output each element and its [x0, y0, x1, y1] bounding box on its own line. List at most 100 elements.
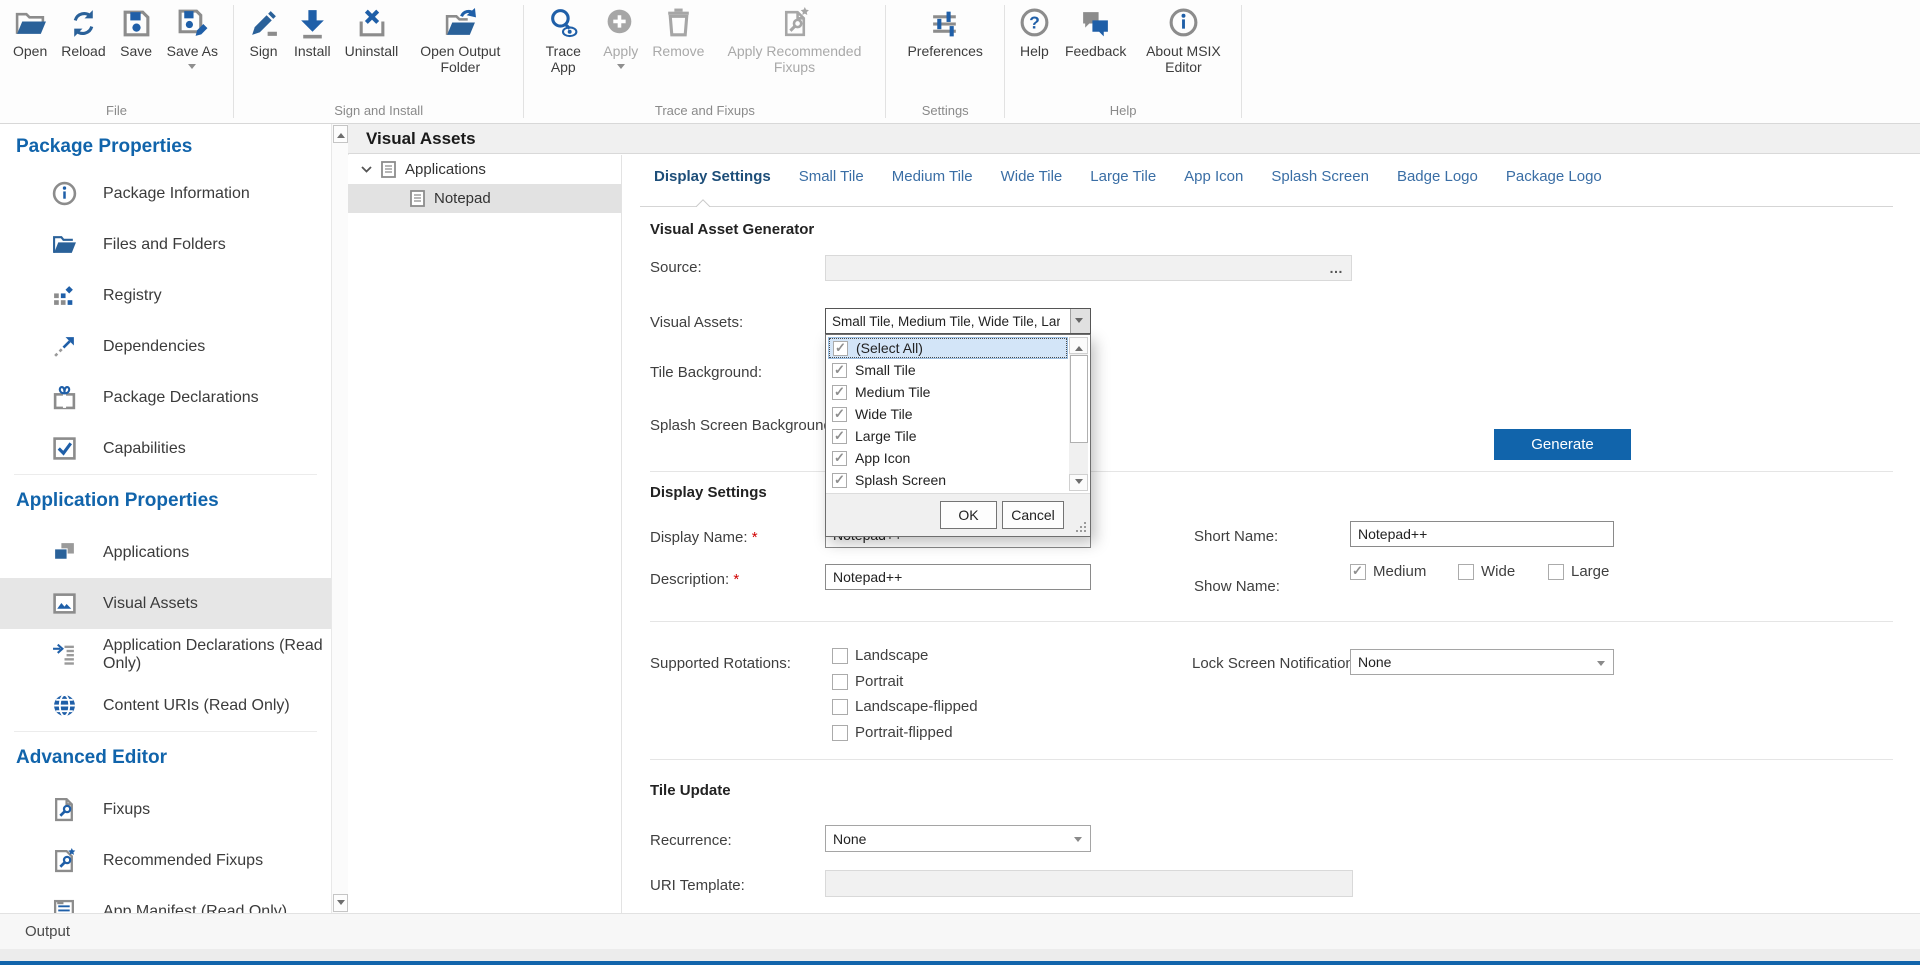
resize-grip[interactable]	[1074, 520, 1086, 532]
section-separator	[650, 621, 1893, 622]
save-as-button[interactable]: Save As	[162, 5, 223, 75]
sidebar-item-application-declarations[interactable]: Application Declarations (Read Only)	[0, 629, 331, 680]
feedback-button[interactable]: Feedback	[1060, 5, 1131, 62]
checkbox-unchecked[interactable]	[1548, 564, 1564, 580]
sidebar-scrollbar[interactable]	[331, 124, 349, 913]
trace-app-button[interactable]: Trace App	[532, 5, 594, 77]
scroll-down-button[interactable]	[1069, 474, 1088, 491]
apply-recommended-fixups-button[interactable]: Apply Recommended Fixups	[713, 5, 875, 77]
dropdown-item-label: App Icon	[855, 450, 910, 466]
tab-medium-tile[interactable]: Medium Tile	[878, 165, 987, 189]
visual-assets-combo[interactable]: Small Tile, Medium Tile, Wide Tile, Larg…	[825, 308, 1091, 334]
sidebar-item-applications[interactable]: Applications	[0, 527, 331, 578]
cancel-button[interactable]: Cancel	[1002, 501, 1064, 529]
dropdown-item-large-tile[interactable]: Large Tile	[828, 425, 1068, 447]
sidebar-item-content-uris[interactable]: Content URIs (Read Only)	[0, 680, 331, 731]
checkbox-checked[interactable]	[832, 363, 847, 378]
checkbox-checked[interactable]	[832, 385, 847, 400]
tab-app-icon[interactable]: App Icon	[1170, 165, 1257, 189]
dropdown-scrollbar[interactable]	[1069, 337, 1088, 491]
checkbox-checked[interactable]	[832, 429, 847, 444]
rotation-portrait[interactable]: Portrait	[832, 673, 903, 690]
tree-node-notepad[interactable]: Notepad	[348, 184, 621, 213]
rotation-landscape-flipped[interactable]: Landscape-flipped	[832, 698, 978, 715]
remove-button[interactable]: Remove	[647, 5, 709, 62]
dropdown-item-wide-tile[interactable]: Wide Tile	[828, 403, 1068, 425]
uri-template-input[interactable]	[825, 870, 1353, 897]
browse-button[interactable]: …	[1329, 260, 1344, 276]
triangle-down-icon	[337, 900, 345, 909]
preferences-button[interactable]: Preferences	[902, 5, 987, 62]
ribbon-group-sign-install: Sign Install Uninstall Open Output Folde…	[234, 0, 523, 123]
lock-screen-select[interactable]: None	[1350, 649, 1614, 675]
sidebar-item-app-manifest[interactable]: App Manifest (Read Only)	[0, 886, 331, 913]
open-output-folder-button[interactable]: Open Output Folder	[407, 5, 513, 77]
sidebar-item-capabilities[interactable]: Capabilities	[0, 423, 331, 474]
dropdown-item-select-all[interactable]: (Select All)	[828, 337, 1068, 359]
output-panel-header[interactable]: Output	[0, 913, 1920, 949]
install-button[interactable]: Install	[289, 5, 336, 62]
visual-assets-label: Visual Assets:	[650, 314, 743, 331]
checkbox-label: Portrait	[855, 673, 903, 690]
save-button[interactable]: Save	[115, 5, 158, 62]
open-button[interactable]: Open	[8, 5, 52, 62]
about-msix-editor-button[interactable]: About MSIX Editor	[1135, 5, 1231, 77]
rotation-landscape[interactable]: Landscape	[832, 647, 928, 664]
help-button[interactable]: ? Help	[1013, 5, 1056, 62]
checkbox-unchecked[interactable]	[832, 725, 848, 741]
feedback-icon	[1079, 7, 1112, 40]
sidebar-item-dependencies[interactable]: Dependencies	[0, 321, 331, 372]
scroll-down-button[interactable]	[333, 894, 348, 912]
tab-wide-tile[interactable]: Wide Tile	[987, 165, 1077, 189]
generate-button[interactable]: Generate	[1494, 429, 1631, 460]
sidebar-item-fixups[interactable]: Fixups	[0, 784, 331, 835]
dropdown-item-small-tile[interactable]: Small Tile	[828, 359, 1068, 381]
show-name-label: Show Name:	[1194, 578, 1280, 595]
tab-small-tile[interactable]: Small Tile	[785, 165, 878, 189]
scroll-up-button[interactable]	[333, 125, 348, 143]
source-input[interactable]: …	[825, 255, 1352, 281]
tab-display-settings[interactable]: Display Settings	[640, 165, 785, 189]
checkbox-unchecked[interactable]	[832, 648, 848, 664]
tab-package-logo[interactable]: Package Logo	[1492, 165, 1616, 189]
combo-dropdown-button[interactable]	[1070, 309, 1090, 333]
rotation-portrait-flipped[interactable]: Portrait-flipped	[832, 724, 953, 741]
checkbox-unchecked[interactable]	[1458, 564, 1474, 580]
ribbon-group-label: Settings	[886, 103, 1003, 123]
short-name-input[interactable]: Notepad++	[1350, 521, 1614, 547]
scroll-up-button[interactable]	[1069, 337, 1088, 354]
description-input[interactable]: Notepad++	[825, 564, 1091, 590]
checkbox-unchecked[interactable]	[832, 699, 848, 715]
checkbox-checked[interactable]	[833, 341, 848, 356]
sidebar-item-files-and-folders[interactable]: Files and Folders	[0, 219, 331, 270]
sidebar-item-registry[interactable]: Registry	[0, 270, 331, 321]
sidebar-item-package-declarations[interactable]: Package Declarations	[0, 372, 331, 423]
ok-button[interactable]: OK	[940, 501, 997, 529]
dropdown-item-medium-tile[interactable]: Medium Tile	[828, 381, 1068, 403]
button-label: Trace App	[537, 44, 589, 75]
scrollbar-thumb[interactable]	[1070, 355, 1088, 443]
sidebar-item-recommended-fixups[interactable]: Recommended Fixups	[0, 835, 331, 886]
apply-button[interactable]: Apply	[598, 5, 643, 75]
tab-large-tile[interactable]: Large Tile	[1076, 165, 1170, 189]
sign-button[interactable]: Sign	[242, 5, 285, 62]
tab-badge-logo[interactable]: Badge Logo	[1383, 165, 1492, 189]
dropdown-item-app-icon[interactable]: App Icon	[828, 447, 1068, 469]
show-name-wide[interactable]: Wide	[1458, 563, 1515, 580]
uninstall-button[interactable]: Uninstall	[340, 5, 404, 62]
ribbon-group-file: Open Reload Save Save As File	[0, 0, 233, 123]
checkbox-checked[interactable]	[832, 473, 847, 488]
show-name-large[interactable]: Large	[1548, 563, 1609, 580]
sidebar-item-visual-assets[interactable]: Visual Assets	[0, 578, 331, 629]
tab-splash-screen[interactable]: Splash Screen	[1257, 165, 1383, 189]
checkbox-checked[interactable]	[832, 407, 847, 422]
dropdown-item-splash-screen[interactable]: Splash Screen	[828, 469, 1068, 491]
tree-node-applications[interactable]: Applications	[348, 155, 621, 184]
checkbox-unchecked[interactable]	[832, 674, 848, 690]
checkbox-checked[interactable]	[832, 451, 847, 466]
recurrence-select[interactable]: None	[825, 825, 1091, 852]
show-name-medium[interactable]: Medium	[1350, 563, 1426, 580]
reload-button[interactable]: Reload	[56, 5, 110, 62]
checkbox-checked[interactable]	[1350, 564, 1366, 580]
sidebar-item-package-information[interactable]: Package Information	[0, 168, 331, 219]
